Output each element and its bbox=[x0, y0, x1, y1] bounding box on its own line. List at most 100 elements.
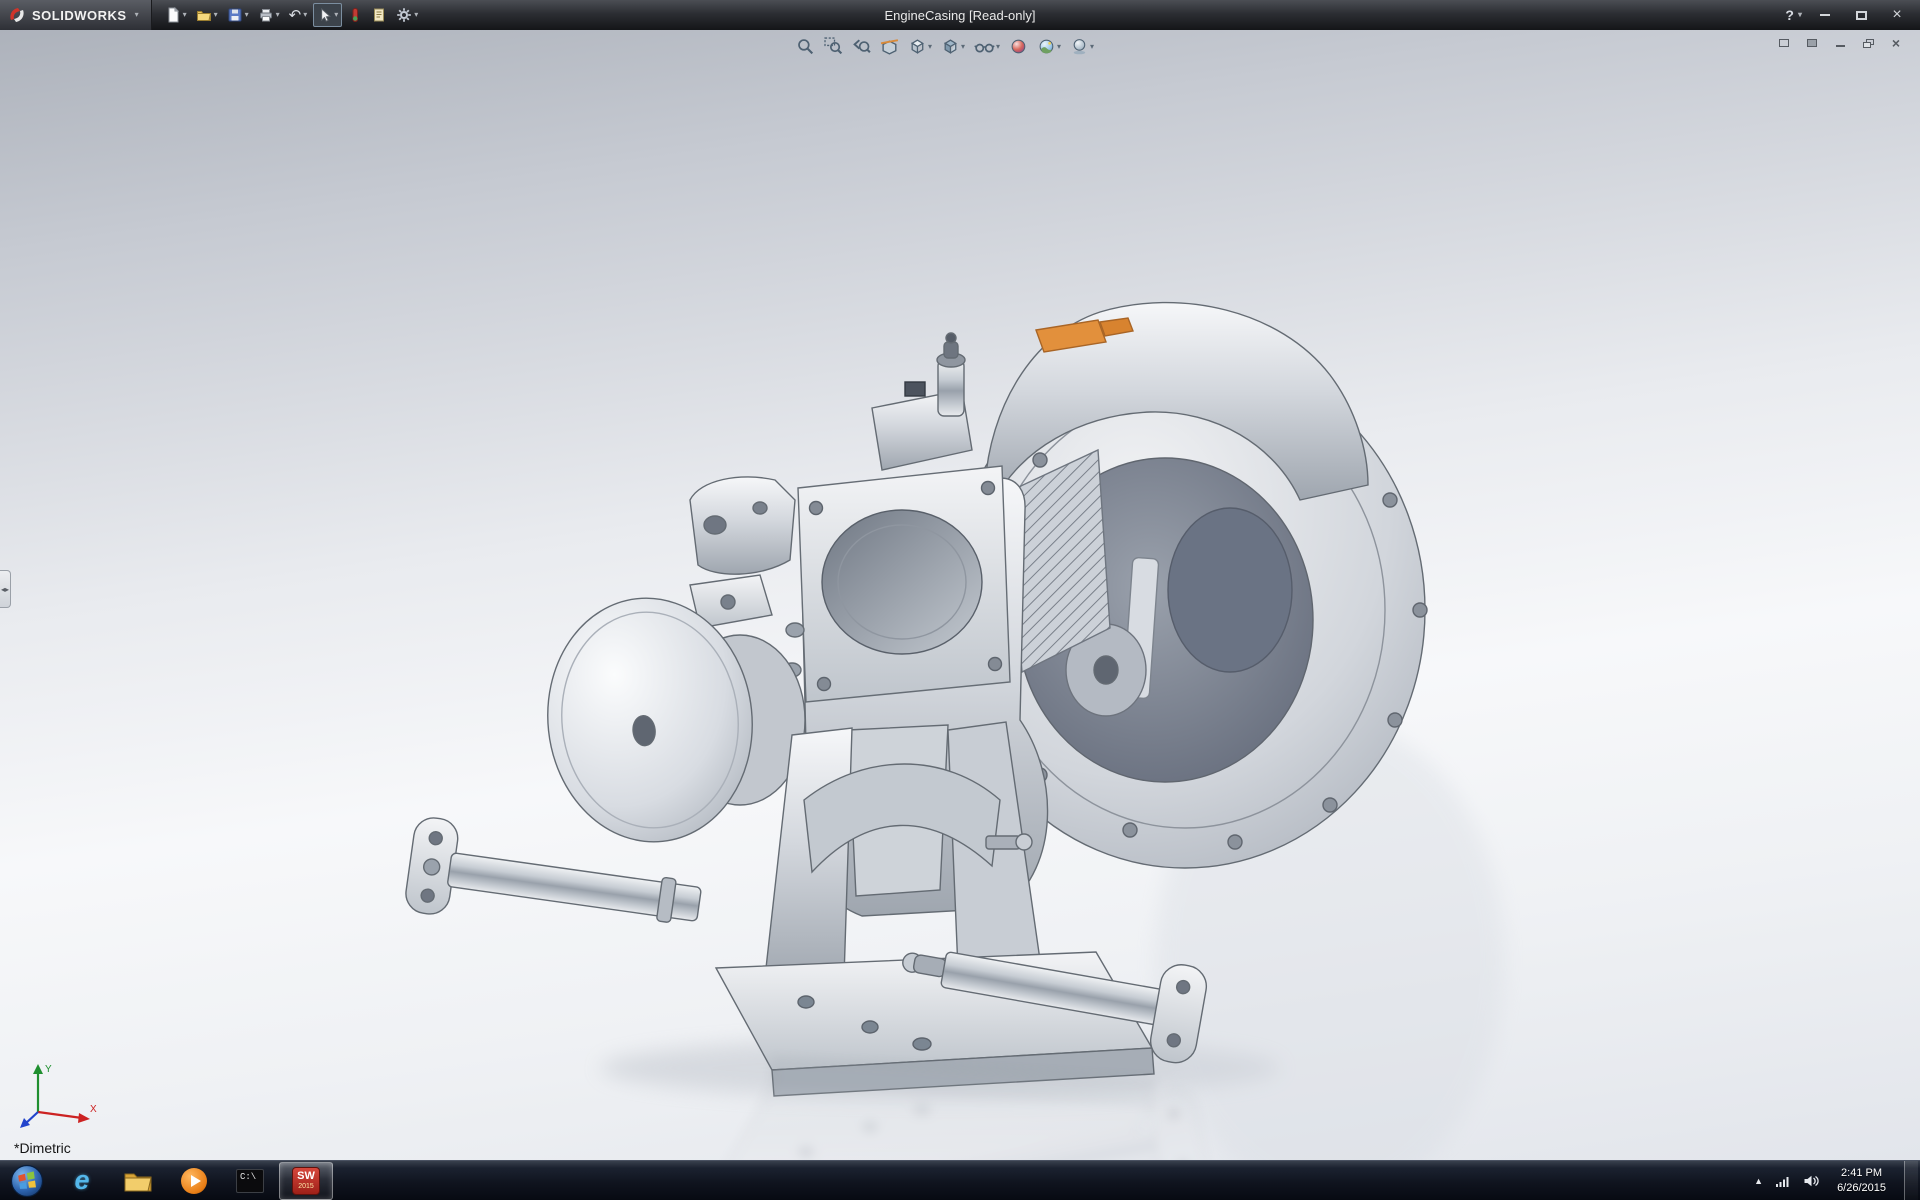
system-tray: ▲ 2:41 PM 6/26/2015 bbox=[1754, 1161, 1920, 1200]
solidworks-icon-year: 2015 bbox=[298, 1183, 314, 1190]
solidworks-taskbar-icon: SW 2015 bbox=[292, 1167, 320, 1195]
maximize-icon bbox=[1856, 11, 1867, 20]
doc-pane-button[interactable] bbox=[1776, 36, 1792, 50]
dropdown-caret-icon[interactable]: ▾ bbox=[961, 42, 965, 51]
dropdown-caret-icon[interactable]: ▾ bbox=[303, 11, 307, 19]
display-style-icon bbox=[941, 37, 960, 56]
taskbar-item-media-player[interactable] bbox=[167, 1162, 221, 1200]
options-gear-icon bbox=[396, 7, 412, 23]
select-tool-button[interactable]: ▾ bbox=[313, 3, 342, 27]
clock-date: 6/26/2015 bbox=[1837, 1181, 1886, 1196]
help-icon: ? bbox=[1785, 7, 1794, 23]
engine-casing-model[interactable] bbox=[0, 30, 1920, 1160]
titlebar-controls: ? ▾ × bbox=[1785, 6, 1920, 24]
maximize-button[interactable] bbox=[1848, 6, 1874, 24]
save-button[interactable]: ▾ bbox=[224, 3, 252, 27]
new-document-icon bbox=[165, 7, 181, 23]
network-tray-button[interactable] bbox=[1775, 1174, 1791, 1188]
windows-explorer-icon bbox=[123, 1168, 153, 1194]
view-orientation-button[interactable]: ▾ bbox=[907, 36, 933, 57]
zoom-to-area-button[interactable] bbox=[823, 36, 844, 57]
dropdown-caret-icon[interactable]: ▾ bbox=[1057, 42, 1061, 51]
file-properties-icon bbox=[371, 7, 387, 23]
open-icon bbox=[196, 7, 212, 23]
hidden-icons-button[interactable]: ▲ bbox=[1754, 1176, 1763, 1186]
doc-restore-icon bbox=[1863, 39, 1874, 48]
section-view-button[interactable] bbox=[879, 36, 900, 57]
dropdown-caret-icon[interactable]: ▾ bbox=[414, 11, 418, 19]
dropdown-caret-icon[interactable]: ▾ bbox=[183, 11, 187, 19]
display-style-button[interactable]: ▾ bbox=[940, 36, 966, 57]
dropdown-caret-icon[interactable]: ▾ bbox=[928, 42, 932, 51]
solidworks-logo-icon bbox=[8, 6, 26, 24]
doc-restore-button[interactable] bbox=[1860, 36, 1876, 50]
doc-pane-icon bbox=[1779, 39, 1789, 47]
solidworks-window: SOLIDWORKS ▾ ▾ ▾ bbox=[0, 0, 1920, 1200]
undo-icon: ↶ bbox=[289, 8, 302, 23]
feature-panel-collapsed-tab[interactable]: ◂▸ bbox=[0, 570, 11, 608]
new-document-button[interactable]: ▾ bbox=[162, 3, 190, 27]
doc-fullscreen-button[interactable] bbox=[1804, 36, 1820, 50]
select-cursor-icon bbox=[317, 8, 332, 23]
taskbar-item-windows-explorer[interactable] bbox=[111, 1162, 165, 1200]
undo-button[interactable]: ↶ ▾ bbox=[286, 3, 311, 27]
view-settings-icon bbox=[1070, 37, 1089, 56]
solidworks-logo[interactable]: SOLIDWORKS ▾ bbox=[0, 0, 152, 30]
volume-tray-button[interactable] bbox=[1803, 1174, 1819, 1188]
apply-scene-icon bbox=[1037, 37, 1056, 56]
triad-y-label: Y bbox=[45, 1064, 52, 1075]
dropdown-caret-icon[interactable]: ▾ bbox=[276, 11, 280, 19]
dropdown-caret-icon[interactable]: ▾ bbox=[214, 11, 218, 19]
open-button[interactable]: ▾ bbox=[193, 3, 221, 27]
taskbar-item-solidworks[interactable]: SW 2015 bbox=[279, 1162, 333, 1200]
volume-icon bbox=[1803, 1174, 1819, 1188]
doc-fullscreen-icon bbox=[1807, 39, 1817, 47]
document-window-controls: × bbox=[1776, 36, 1904, 50]
dropdown-caret-icon: ▾ bbox=[1798, 11, 1802, 19]
headsup-view-toolbar: ▾ ▾ ▾ bbox=[795, 36, 1095, 57]
section-view-icon bbox=[880, 37, 899, 56]
close-button[interactable]: × bbox=[1884, 6, 1910, 24]
dropdown-caret-icon[interactable]: ▾ bbox=[1090, 42, 1094, 51]
edit-appearance-button[interactable] bbox=[1008, 36, 1029, 57]
view-settings-button[interactable]: ▾ bbox=[1069, 36, 1095, 57]
dropdown-caret-icon[interactable]: ▾ bbox=[996, 42, 1000, 51]
brand-text: SOLIDWORKS bbox=[32, 8, 127, 23]
triad-x-label: X bbox=[90, 1104, 97, 1115]
file-properties-button[interactable] bbox=[368, 3, 390, 27]
dropdown-caret-icon[interactable]: ▾ bbox=[245, 11, 249, 19]
doc-close-button[interactable]: × bbox=[1888, 36, 1904, 50]
hide-show-items-button[interactable]: ▾ bbox=[973, 36, 1001, 57]
save-icon bbox=[227, 7, 243, 23]
rebuild-button[interactable] bbox=[345, 3, 365, 27]
zoom-to-fit-button[interactable] bbox=[795, 36, 816, 57]
windows-taskbar: e C:\ SW 2015 ▲ bbox=[0, 1160, 1920, 1200]
taskbar-item-command-prompt[interactable]: C:\ bbox=[223, 1162, 277, 1200]
dropdown-caret-icon[interactable]: ▾ bbox=[334, 11, 338, 19]
rebuild-icon bbox=[348, 7, 362, 23]
doc-close-icon: × bbox=[1892, 36, 1900, 50]
windows-start-icon bbox=[10, 1164, 44, 1198]
quick-access-toolbar: ▾ ▾ ▾ bbox=[152, 3, 422, 27]
clock-time: 2:41 PM bbox=[1837, 1166, 1886, 1181]
doc-minimize-button[interactable] bbox=[1832, 36, 1848, 50]
graphics-viewport[interactable]: ▾ ▾ ▾ bbox=[0, 30, 1920, 1160]
command-prompt-icon: C:\ bbox=[236, 1169, 264, 1193]
taskbar-item-internet-explorer[interactable]: e bbox=[55, 1162, 109, 1200]
taskbar-clock[interactable]: 2:41 PM 6/26/2015 bbox=[1831, 1166, 1892, 1196]
print-button[interactable]: ▾ bbox=[255, 3, 283, 27]
orientation-triad: Y X bbox=[18, 1056, 104, 1128]
view-orientation-icon bbox=[908, 37, 927, 56]
options-button[interactable]: ▾ bbox=[393, 3, 421, 27]
minimize-button[interactable] bbox=[1812, 6, 1838, 24]
solidworks-icon-text: SW bbox=[297, 1171, 315, 1182]
apply-scene-button[interactable]: ▾ bbox=[1036, 36, 1062, 57]
close-icon: × bbox=[1892, 7, 1901, 23]
previous-view-button[interactable] bbox=[851, 36, 872, 57]
start-button[interactable] bbox=[0, 1161, 54, 1200]
previous-view-icon bbox=[852, 37, 871, 56]
show-desktop-button[interactable] bbox=[1904, 1161, 1918, 1200]
titlebar: SOLIDWORKS ▾ ▾ ▾ bbox=[0, 0, 1920, 30]
help-button[interactable]: ? ▾ bbox=[1785, 7, 1802, 23]
print-icon bbox=[258, 7, 274, 23]
